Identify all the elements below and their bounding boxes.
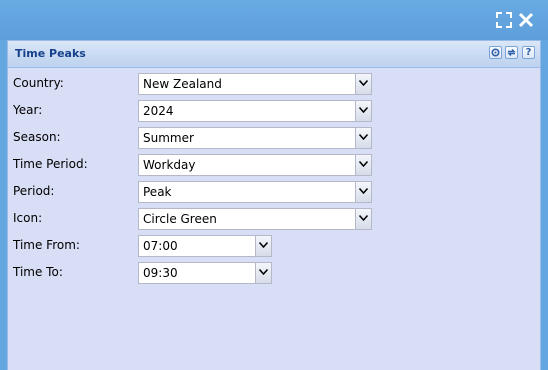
time-period-label: Time Period: [13,157,88,171]
country-label: Country: [13,76,64,90]
season-select[interactable]: Summer [138,127,372,149]
panel-title: Time Peaks [15,47,86,60]
chevron-down-icon[interactable] [355,155,371,175]
chevron-down-icon[interactable] [255,236,271,256]
window-titlebar [0,0,548,40]
season-value: Summer [143,131,194,145]
period-select[interactable]: Peak [138,181,372,203]
year-select[interactable]: 2024 [138,100,372,122]
chevron-down-icon[interactable] [355,182,371,202]
chevron-down-icon[interactable] [355,101,371,121]
time-to-value: 09:30 [143,266,178,280]
help-icon[interactable]: ? [522,46,535,59]
chevron-down-icon[interactable] [255,263,271,283]
icon-label: Icon: [13,211,43,225]
help-glyph: ? [525,47,532,58]
time-from-label: Time From: [13,238,80,252]
period-label: Period: [13,184,55,198]
refresh-icon[interactable] [505,46,518,59]
icon-select[interactable]: Circle Green [138,208,372,230]
panel-header: Time Peaks ? [8,41,540,68]
time-peaks-panel: Time Peaks ? Country: New Zealand Year: [7,40,541,370]
year-value: 2024 [143,104,174,118]
time-from-value: 07:00 [143,239,178,253]
icon-value: Circle Green [143,212,217,226]
year-label: Year: [13,103,43,117]
country-select[interactable]: New Zealand [138,73,372,95]
chevron-down-icon[interactable] [355,74,371,94]
time-from-select[interactable]: 07:00 [138,235,272,257]
time-period-select[interactable]: Workday [138,154,372,176]
chevron-down-icon[interactable] [355,209,371,229]
time-to-label: Time To: [13,265,63,279]
close-icon[interactable] [518,12,534,28]
maximize-icon[interactable] [496,12,512,28]
chevron-down-icon[interactable] [355,128,371,148]
gear-icon[interactable] [489,46,502,59]
time-to-select[interactable]: 09:30 [138,262,272,284]
country-value: New Zealand [143,77,222,91]
period-value: Peak [143,185,172,199]
time-period-value: Workday [143,158,196,172]
season-label: Season: [13,130,61,144]
